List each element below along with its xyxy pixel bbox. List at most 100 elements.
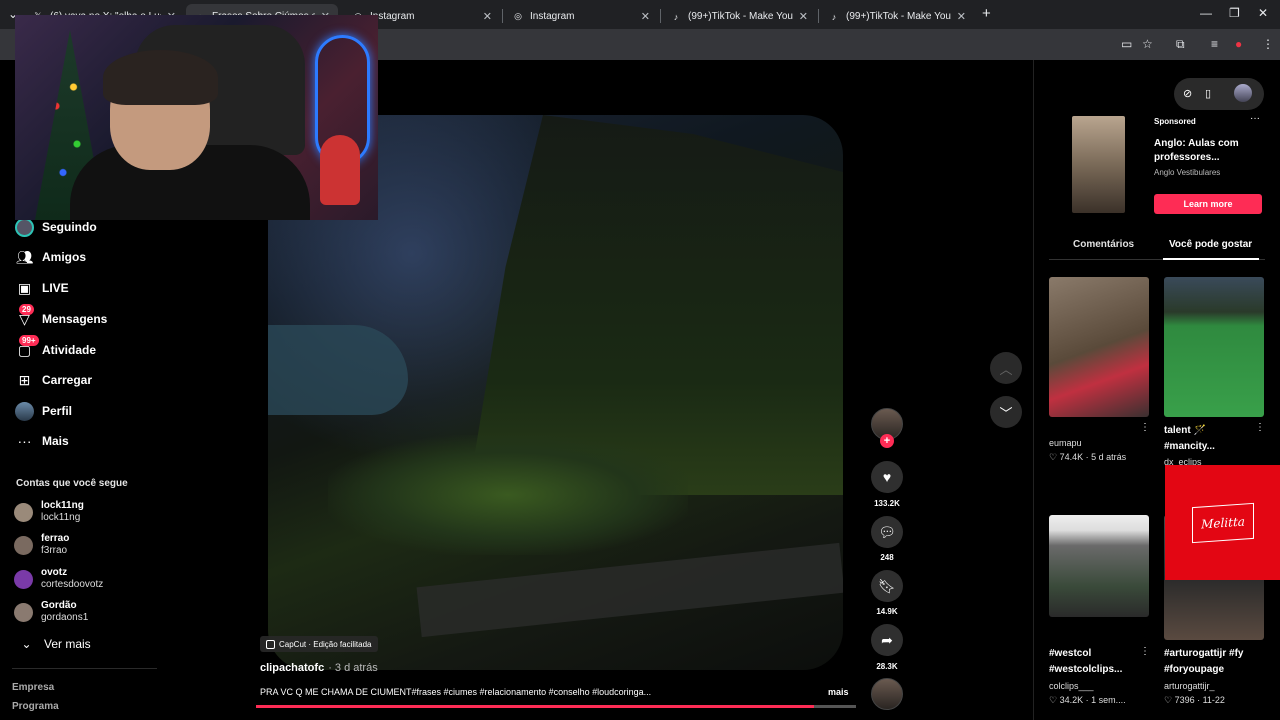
suggested-caption[interactable]: #arturogattijr #fy #foryoupage: [1164, 646, 1264, 678]
nav-friends[interactable]: 👥︎ Amigos: [15, 246, 86, 268]
suggested-user[interactable]: arturogattijr_: [1164, 681, 1215, 691]
capcut-badge[interactable]: CapCut · Edição facilitada: [260, 636, 378, 652]
more-icon: ···: [17, 433, 32, 449]
close-window-icon[interactable]: ✕: [1258, 6, 1268, 20]
comment-count: 248: [880, 553, 894, 562]
tab-comments[interactable]: Comentários: [1073, 239, 1134, 250]
messages-icon: ▽ 29: [15, 303, 34, 329]
nav-upload[interactable]: ⊞ Carregar: [15, 369, 92, 391]
nav-label: Amigos: [42, 250, 87, 264]
webcam-overlay: [15, 15, 378, 220]
profile-icon[interactable]: ●: [1235, 37, 1242, 51]
divider: [12, 668, 157, 669]
suggested-stats: ♡ 34.2K · 1 sem....: [1049, 695, 1126, 705]
capcut-label: CapCut · Edição facilitada: [279, 639, 372, 649]
ad-advertiser: Anglo Vestibulares: [1154, 168, 1221, 177]
video-progress-fill: [256, 705, 814, 708]
more-options-icon[interactable]: ⋮: [1140, 422, 1150, 433]
tab-separator: [818, 9, 819, 23]
bookmark-star-icon[interactable]: ☆: [1142, 37, 1153, 51]
nav-more[interactable]: ··· Mais: [15, 430, 69, 452]
scroll-up-chevron-icon[interactable]: ︿: [990, 352, 1022, 384]
next-creator-avatar[interactable]: [871, 678, 903, 710]
see-more-button[interactable]: ⌄ Ver mais: [17, 633, 91, 655]
account-item[interactable]: ovotz cortesdoovotz: [14, 567, 103, 591]
video-progress-bar[interactable]: [256, 705, 856, 708]
nav-label: LIVE: [42, 281, 69, 295]
footer-link-company[interactable]: Empresa: [12, 682, 54, 693]
see-more-label: Ver mais: [44, 637, 91, 651]
close-tab-icon[interactable]: ✕: [641, 10, 650, 23]
close-tab-icon[interactable]: ✕: [799, 10, 808, 23]
webcam-person-hair: [103, 50, 218, 105]
webcam-santa-figure: [320, 135, 360, 205]
account-handle: gordaons1: [41, 612, 89, 623]
cast-icon[interactable]: ▭: [1121, 37, 1132, 51]
share-icon[interactable]: ➦: [871, 624, 903, 656]
nav-label: Atividade: [42, 343, 97, 357]
user-avatar[interactable]: [1234, 84, 1252, 102]
share-count: 28.3K: [876, 662, 898, 671]
learn-more-button[interactable]: Learn more: [1154, 194, 1262, 214]
minimize-icon[interactable]: —: [1200, 6, 1212, 20]
maximize-icon[interactable]: ❐: [1229, 6, 1240, 20]
account-item[interactable]: lock11ng lock11ng: [14, 500, 84, 524]
compass-icon[interactable]: ⊘: [1183, 87, 1192, 100]
ad-more-icon[interactable]: ···: [1250, 113, 1260, 124]
extensions-icon[interactable]: ⧉: [1176, 37, 1185, 52]
footer-link-program[interactable]: Programa: [12, 701, 59, 712]
account-name: Gordão: [41, 600, 77, 611]
suggested-video-thumbnail[interactable]: [1164, 277, 1264, 417]
scroll-down-chevron-icon[interactable]: ﹀: [990, 396, 1022, 428]
like-heart-icon[interactable]: ♥: [871, 461, 903, 493]
account-item[interactable]: ferrao f3rrao: [14, 533, 69, 557]
nav-activity[interactable]: ▢ 99+ Atividade: [15, 334, 97, 361]
close-tab-icon[interactable]: ✕: [483, 10, 492, 23]
tiktok-icon: ♪: [673, 11, 679, 22]
suggested-video-thumbnail[interactable]: [1049, 515, 1149, 617]
account-handle: lock11ng: [41, 512, 81, 523]
suggested-user[interactable]: eumapu: [1049, 438, 1082, 448]
browser-tab-tiktok-2[interactable]: ♪ (99+)TikTok - Make Your Day ✕: [820, 4, 974, 29]
chevron-down-icon: ⌄: [21, 637, 32, 651]
tab-title: (99+)TikTok - Make Your Day: [846, 11, 951, 22]
melitta-logo: Melitta: [1191, 502, 1254, 543]
media-icon[interactable]: ≡: [1211, 37, 1218, 51]
account-item[interactable]: Gordão gordaons1: [14, 600, 88, 624]
nav-label: Carregar: [42, 373, 93, 387]
more-options-icon[interactable]: ⋮: [1255, 422, 1265, 433]
description-more-button[interactable]: mais: [828, 687, 849, 697]
suggested-caption[interactable]: #westcol #westcolclips...: [1049, 646, 1139, 678]
post-time: · 3 d atrás: [328, 662, 378, 674]
ad-thumbnail[interactable]: [1072, 116, 1125, 213]
browser-tab-instagram-2[interactable]: ◎ Instagram ✕: [504, 4, 658, 29]
nav-live[interactable]: ▣ LIVE: [15, 277, 69, 299]
avatar: [14, 535, 33, 555]
bookmark-icon[interactable]: 🔖︎: [871, 570, 903, 602]
nav-profile[interactable]: Perfil: [15, 400, 72, 422]
ad-title[interactable]: Anglo: Aulas com professores...: [1154, 137, 1264, 165]
phone-icon[interactable]: ▯: [1205, 87, 1211, 100]
comment-icon[interactable]: 💬︎: [871, 516, 903, 548]
author-name[interactable]: clipachatofc: [260, 662, 324, 674]
suggested-caption[interactable]: talent 🪄 #mancity...: [1164, 423, 1254, 455]
video-road: [416, 542, 843, 638]
tab-title: Instagram: [530, 11, 575, 22]
suggested-video-thumbnail[interactable]: [1049, 277, 1149, 417]
video-meadow: [328, 435, 688, 555]
tab-title: (99+)TikTok - Make Your Day: [688, 11, 793, 22]
video-author[interactable]: clipachatofc · 3 d atrás: [260, 662, 378, 674]
close-tab-icon[interactable]: ✕: [957, 10, 966, 23]
account-name: lock11ng: [41, 500, 84, 511]
tab-suggested[interactable]: Você pode gostar: [1169, 239, 1252, 250]
new-tab-button[interactable]: +: [982, 5, 991, 22]
melitta-logo-overlay: Melitta: [1165, 465, 1280, 580]
menu-icon[interactable]: ⋮: [1262, 37, 1274, 51]
more-options-icon[interactable]: ⋮: [1140, 646, 1150, 657]
account-handle: cortesdoovotz: [41, 579, 104, 590]
nav-messages[interactable]: ▽ 29 Mensagens: [15, 303, 107, 330]
browser-tab-tiktok[interactable]: ♪ (99+)TikTok - Make Your Day ✕: [662, 4, 816, 29]
suggested-user[interactable]: colclips___: [1049, 681, 1094, 691]
follow-plus-icon[interactable]: +: [880, 434, 894, 448]
profile-avatar-icon: [15, 401, 34, 421]
